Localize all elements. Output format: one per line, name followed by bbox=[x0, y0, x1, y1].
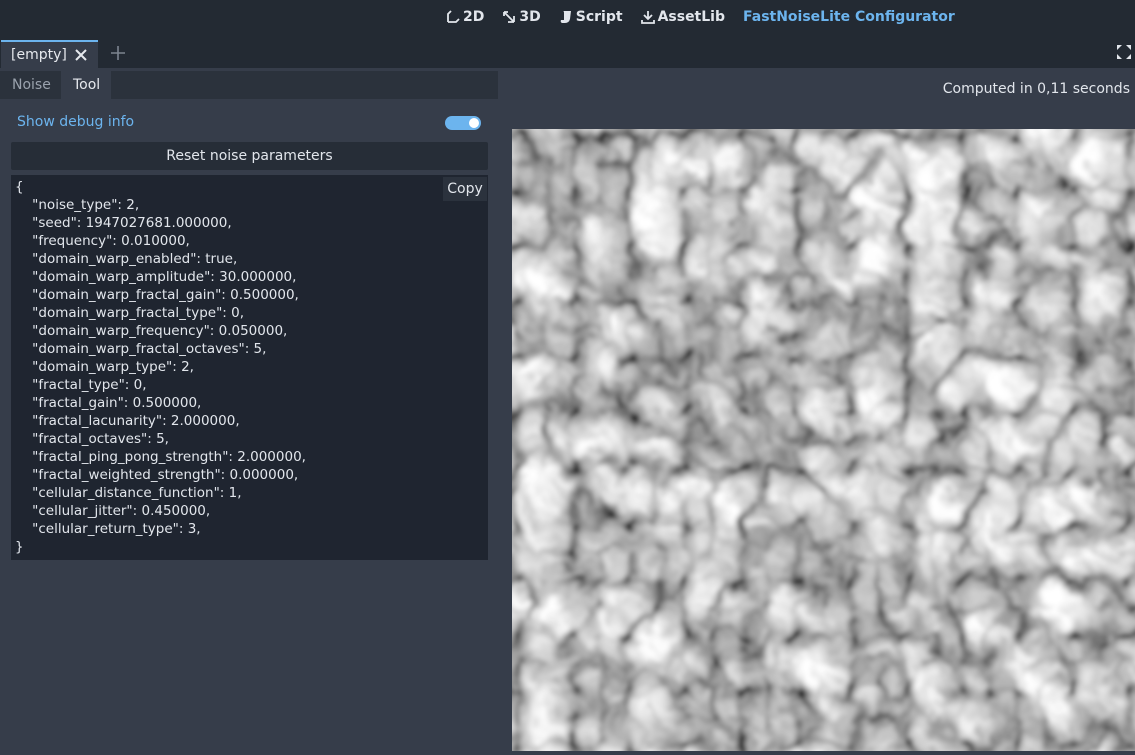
workspace-3d-button[interactable]: 3D bbox=[502, 9, 541, 25]
json-line: } bbox=[15, 539, 24, 555]
toggle-knob bbox=[469, 118, 479, 128]
workspace-script-button[interactable]: Script bbox=[559, 9, 623, 25]
noise-texture bbox=[512, 129, 1135, 751]
json-line: "fractal_octaves": 5, bbox=[15, 431, 169, 447]
debug-info-label: Show debug info bbox=[17, 114, 135, 130]
download-icon bbox=[640, 11, 655, 24]
json-line: "fractal_weighted_strength": 0.000000, bbox=[15, 467, 299, 483]
json-line: "domain_warp_frequency": 0.050000, bbox=[15, 323, 288, 339]
json-line: "domain_warp_amplitude": 30.000000, bbox=[15, 269, 297, 285]
json-line: "fractal_ping_pong_strength": 2.000000, bbox=[15, 449, 306, 465]
json-line: "frequency": 0.010000, bbox=[15, 233, 190, 249]
json-line: "fractal_type": 0, bbox=[15, 377, 147, 393]
workspace-tabs: 2D 3D Script AssetLib FastNoiseLite Conf… bbox=[446, 0, 973, 34]
scene-tab[interactable]: [empty] bbox=[1, 40, 98, 68]
scene-tab-bar: [empty] bbox=[0, 38, 1135, 68]
workspace-assetlib-button[interactable]: AssetLib bbox=[640, 9, 725, 25]
json-line: "domain_warp_fractal_octaves": 5, bbox=[15, 341, 267, 357]
3d-workspace-icon bbox=[503, 11, 516, 23]
copy-button[interactable]: Copy bbox=[443, 177, 487, 201]
tab-tool[interactable]: Tool bbox=[61, 71, 111, 99]
json-line: "noise_type": 2, bbox=[15, 197, 140, 213]
scene-tab-label: [empty] bbox=[11, 47, 67, 63]
2d-workspace-icon bbox=[447, 10, 460, 23]
json-line: "cellular_distance_function": 1, bbox=[15, 485, 242, 501]
json-line: "domain_warp_fractal_gain": 0.500000, bbox=[15, 287, 299, 303]
fullscreen-icon[interactable] bbox=[1116, 44, 1132, 60]
tab-noise[interactable]: Noise bbox=[0, 71, 61, 99]
panel-tabs: Noise Tool bbox=[0, 71, 498, 99]
computed-time-status: Computed in 0,11 seconds bbox=[942, 81, 1130, 97]
add-tab-icon[interactable] bbox=[109, 44, 127, 62]
debug-info-row: Show debug info bbox=[17, 114, 487, 134]
script-icon bbox=[560, 11, 571, 23]
json-line: "cellular_jitter": 0.450000, bbox=[15, 503, 211, 519]
json-line: "seed": 1947027681.000000, bbox=[15, 215, 232, 231]
workspace-2d-label: 2D bbox=[463, 9, 485, 25]
workspace-fastnoise-label: FastNoiseLite Configurator bbox=[743, 9, 955, 25]
debug-info-toggle[interactable] bbox=[445, 116, 481, 130]
close-icon[interactable] bbox=[73, 47, 89, 63]
workspace-2d-button[interactable]: 2D bbox=[446, 9, 484, 25]
json-line: "cellular_return_type": 3, bbox=[15, 521, 201, 537]
workspace-fastnoise-button[interactable]: FastNoiseLite Configurator bbox=[743, 9, 955, 25]
workspace-script-label: Script bbox=[575, 9, 623, 25]
top-bar: 2D 3D Script AssetLib FastNoiseLite Conf… bbox=[0, 0, 1135, 38]
workspace-3d-label: 3D bbox=[519, 9, 541, 25]
workspace-assetlib-label: AssetLib bbox=[657, 9, 725, 25]
json-line: "domain_warp_fractal_type": 0, bbox=[15, 305, 245, 321]
json-line: "domain_warp_enabled": true, bbox=[15, 251, 238, 267]
reset-noise-button[interactable]: Reset noise parameters bbox=[11, 142, 488, 170]
json-line: "fractal_lacunarity": 2.000000, bbox=[15, 413, 240, 429]
json-line: "fractal_gain": 0.500000, bbox=[15, 395, 202, 411]
json-line: "domain_warp_type": 2, bbox=[15, 359, 194, 375]
json-line: { bbox=[15, 179, 24, 195]
noise-preview-image bbox=[512, 129, 1135, 751]
